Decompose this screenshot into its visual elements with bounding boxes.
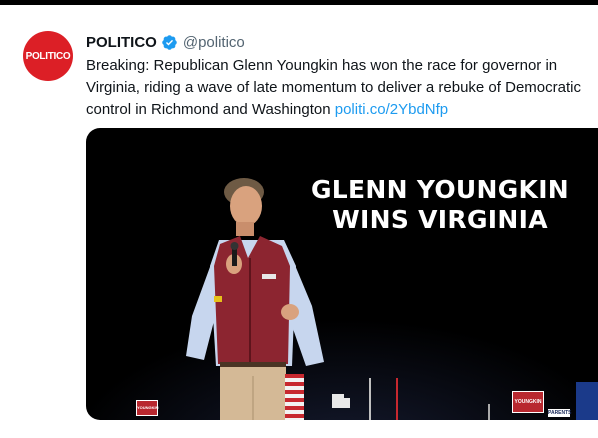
user-handle[interactable]: @politico: [183, 34, 245, 51]
tweet-text-line: Virginia, riding a wave of late momentum…: [86, 79, 581, 96]
display-name[interactable]: POLITICO: [86, 34, 157, 51]
flag-pole: [396, 378, 398, 420]
avatar-logo-text: POLITICO: [25, 50, 71, 62]
media-headline: GLENN YOUNGKIN WINS VIRGINIA: [306, 175, 574, 235]
speaker-figure: [186, 178, 324, 420]
podium-sign: [332, 394, 344, 408]
tweet-link[interactable]: politi.co/2YbdNfp: [335, 101, 448, 118]
flag-pole: [369, 378, 371, 420]
american-flag: [285, 374, 304, 420]
top-border-strip: [0, 0, 598, 5]
flag-pole: [488, 404, 490, 420]
tweet-text-line-with-link: control in Richmond and Washington polit…: [86, 99, 598, 121]
tweet-header: POLITICO @politico: [86, 32, 245, 52]
campaign-sign: YOUNGKIN: [136, 400, 159, 416]
headline-line: GLENN YOUNGKIN: [310, 175, 570, 204]
podium-sign: [344, 398, 350, 408]
parents-sign: PARENTS: [548, 409, 572, 417]
avatar[interactable]: POLITICO: [23, 31, 73, 81]
campaign-sign: YOUNGKIN: [512, 391, 544, 413]
blue-backdrop-panel: [576, 382, 598, 420]
verified-badge-icon: [161, 34, 178, 51]
tweet-text-line: control in Richmond and Washington: [86, 101, 335, 118]
tweet-text-line: Breaking: Republican Glenn Youngkin has …: [86, 57, 558, 74]
tweet-media-image[interactable]: GLENN YOUNGKIN WINS VIRGINIA YOUNGKIN YO…: [86, 128, 598, 420]
tweet-text: Breaking: Republican Glenn Youngkin has …: [86, 55, 598, 121]
headline-line: WINS VIRGINIA: [332, 205, 548, 234]
